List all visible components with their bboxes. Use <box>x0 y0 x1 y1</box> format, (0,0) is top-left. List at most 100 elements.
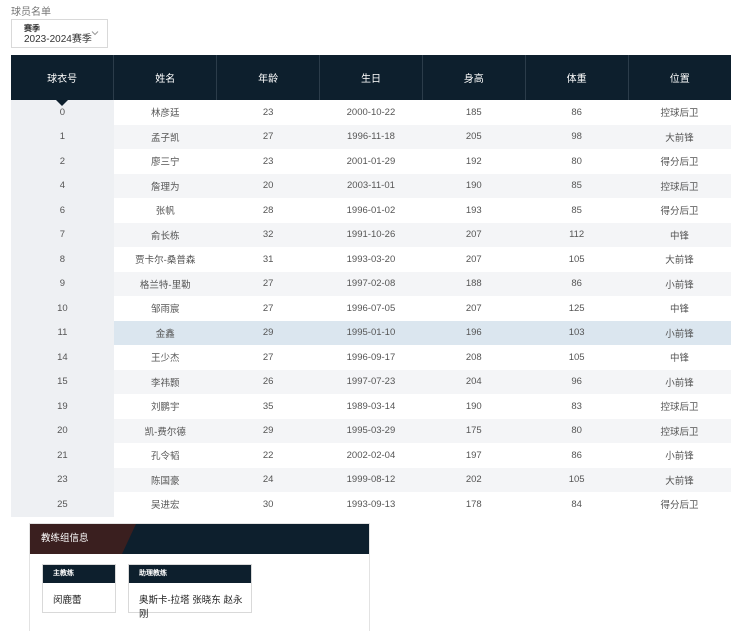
table-row[interactable]: 8 贾卡尔-桑普森 31 1993-03-20 207 105 大前锋 <box>11 247 731 272</box>
table-cell: 207 <box>422 222 526 247</box>
column-header: 球衣号 <box>11 55 115 106</box>
table-cell: 125 <box>525 296 629 321</box>
table-row[interactable]: 2 廖三宁 23 2001-01-29 192 80 得分后卫 <box>11 149 731 174</box>
table-cell: 1996-01-02 <box>319 198 423 223</box>
table-cell: 小前锋 <box>628 271 731 296</box>
table-cell: 1995-01-10 <box>319 320 423 345</box>
table-cell: 103 <box>525 320 629 345</box>
table-cell: 196 <box>422 320 526 345</box>
table-cell: 208 <box>422 345 526 370</box>
table-cell: 中锋 <box>628 222 731 247</box>
column-header: 生日 <box>319 55 423 100</box>
table-cell: 10 <box>11 296 114 321</box>
table-cell: 24 <box>216 467 320 492</box>
table-cell: 31 <box>216 247 320 272</box>
table-cell: 96 <box>525 369 629 394</box>
table-cell: 192 <box>422 149 526 174</box>
table-cell: 80 <box>525 149 629 174</box>
table-cell: 98 <box>525 124 629 149</box>
table-cell: 23 <box>216 149 320 174</box>
table-row[interactable]: 1 孟子凯 27 1996-11-18 205 98 大前锋 <box>11 124 731 149</box>
table-cell: 陈国豪 <box>113 467 217 492</box>
table-cell: 86 <box>525 100 629 125</box>
table-cell: 1996-09-17 <box>319 345 423 370</box>
table-cell: 贾卡尔-桑普森 <box>113 247 217 272</box>
table-cell: 吴进宏 <box>113 492 217 517</box>
table-cell: 190 <box>422 394 526 419</box>
table-cell: 80 <box>525 418 629 443</box>
page-title: 球员名单 <box>11 7 51 18</box>
table-cell: 1993-09-13 <box>319 492 423 517</box>
table-cell: 1999-08-12 <box>319 467 423 492</box>
table-cell: 4 <box>11 173 114 198</box>
table-cell: 205 <box>422 124 526 149</box>
table-row[interactable]: 14 王少杰 27 1996-09-17 208 105 中锋 <box>11 345 731 370</box>
column-header: 姓名 <box>113 55 218 100</box>
table-row[interactable]: 20 凯-费尔德 29 1995-03-29 175 80 控球后卫 <box>11 418 731 443</box>
table-cell: 2000-10-22 <box>319 100 423 125</box>
table-cell: 23 <box>216 100 320 125</box>
table-cell: 204 <box>422 369 526 394</box>
roster-table: 球衣号 姓名 年龄 生日 身高 体重 位置 0 林彦廷 23 2000-10-22 185 86 控球后… <box>11 55 731 517</box>
table-cell: 2003-11-01 <box>319 173 423 198</box>
table-cell: 27 <box>216 271 320 296</box>
table-cell: 11 <box>11 320 114 345</box>
table-cell: 刘鹏宇 <box>113 394 217 419</box>
table-cell: 1 <box>11 124 114 149</box>
table-cell: 1991-10-26 <box>319 222 423 247</box>
table-cell: 20 <box>216 173 320 198</box>
table-row[interactable]: 0 林彦廷 23 2000-10-22 185 86 控球后卫 <box>11 100 731 125</box>
table-cell: 185 <box>422 100 526 125</box>
table-row[interactable]: 19 刘鹏宇 35 1989-03-14 190 83 控球后卫 <box>11 394 731 419</box>
table-cell: 孔令韬 <box>113 443 217 468</box>
table-cell: 188 <box>422 271 526 296</box>
table-row[interactable]: 21 孔令韬 22 2002-02-04 197 86 小前锋 <box>11 443 731 468</box>
table-cell: 小前锋 <box>628 320 731 345</box>
assistant-coach-label: 助理教练 <box>129 565 251 583</box>
table-cell: 得分后卫 <box>628 198 731 223</box>
table-cell: 28 <box>216 198 320 223</box>
table-cell: 105 <box>525 345 629 370</box>
table-cell: 23 <box>11 467 114 492</box>
table-cell: 控球后卫 <box>628 418 731 443</box>
table-row[interactable]: 6 张帆 28 1996-01-02 193 85 得分后卫 <box>11 198 731 223</box>
coach-info-tab[interactable]: 教练组信息 <box>30 524 136 554</box>
table-cell: 小前锋 <box>628 443 731 468</box>
assistant-coach-names: 奥斯卡-拉塔 张晓东 赵永刚 <box>139 595 243 620</box>
season-select[interactable]: 赛季 2023-2024赛季 <box>11 19 108 48</box>
table-cell: 21 <box>11 443 114 468</box>
coach-panel-header: 教练组信息 <box>30 524 369 554</box>
table-cell: 2001-01-29 <box>319 149 423 174</box>
table-cell: 中锋 <box>628 345 731 370</box>
table-cell: 控球后卫 <box>628 100 731 125</box>
table-cell: 193 <box>422 198 526 223</box>
table-cell: 29 <box>216 320 320 345</box>
table-cell: 86 <box>525 271 629 296</box>
table-cell: 19 <box>11 394 114 419</box>
table-cell: 小前锋 <box>628 369 731 394</box>
roster-header-row: 球衣号 姓名 年龄 生日 身高 体重 位置 <box>11 55 731 106</box>
table-cell: 6 <box>11 198 114 223</box>
table-cell: 凯-费尔德 <box>113 418 217 443</box>
table-row[interactable]: 9 格兰特-里勒 27 1997-02-08 188 86 小前锋 <box>11 271 731 296</box>
table-row[interactable]: 10 邹雨宸 27 1996-07-05 207 125 中锋 <box>11 296 731 321</box>
table-cell: 25 <box>11 492 114 517</box>
table-row[interactable]: 25 吴进宏 30 1993-09-13 178 84 得分后卫 <box>11 492 731 517</box>
table-cell: 孟子凯 <box>113 124 217 149</box>
table-cell: 林彦廷 <box>113 100 217 125</box>
coach-staff-panel: 教练组信息 主教练 闵鹿蕾 助理教练 奥斯卡-拉塔 张晓东 赵永刚 <box>29 523 370 631</box>
table-row[interactable]: 7 俞长栋 32 1991-10-26 207 112 中锋 <box>11 222 731 247</box>
table-cell: 178 <box>422 492 526 517</box>
table-cell: 1989-03-14 <box>319 394 423 419</box>
table-row[interactable]: 15 李祎颢 26 1997-07-23 204 96 小前锋 <box>11 369 731 394</box>
table-cell: 金鑫 <box>113 320 217 345</box>
table-cell: 2 <box>11 149 114 174</box>
table-row[interactable]: 4 詹理为 20 2003-11-01 190 85 控球后卫 <box>11 173 731 198</box>
table-cell: 俞长栋 <box>113 222 217 247</box>
table-row[interactable]: 23 陈国豪 24 1999-08-12 202 105 大前锋 <box>11 467 731 492</box>
table-cell: 1997-02-08 <box>319 271 423 296</box>
table-cell: 20 <box>11 418 114 443</box>
table-row[interactable]: 11 金鑫 29 1995-01-10 196 103 小前锋 <box>11 320 731 345</box>
chevron-down-icon <box>91 31 99 36</box>
table-cell: 1996-07-05 <box>319 296 423 321</box>
